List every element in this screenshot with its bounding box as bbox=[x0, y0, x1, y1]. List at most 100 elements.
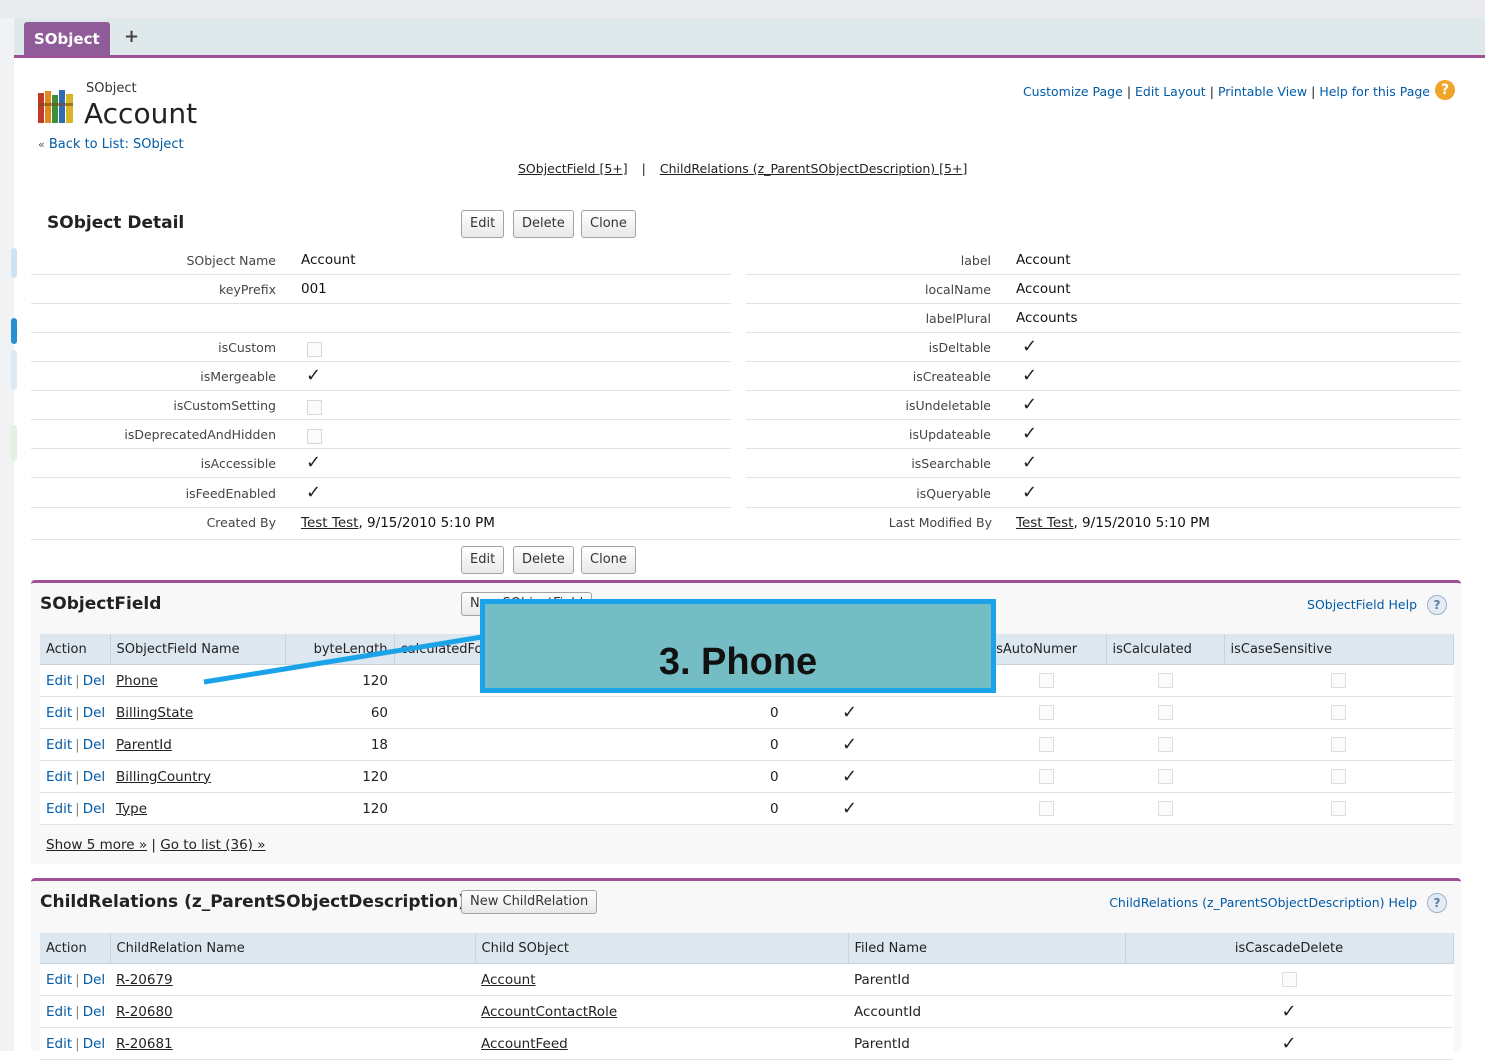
unchecked-box bbox=[307, 429, 322, 444]
field-name-link[interactable]: Type bbox=[116, 801, 147, 817]
go-to-list-link[interactable]: Go to list (36) » bbox=[160, 837, 265, 853]
field-label: isUpdateable bbox=[908, 427, 991, 442]
clone-button-bottom[interactable]: Clone bbox=[581, 546, 636, 574]
table-row: Edit | Del Type 120 0 ✓ bbox=[40, 792, 1453, 825]
childrelation-name-link[interactable]: R-20681 bbox=[116, 1036, 173, 1052]
checked-icon: ✓ bbox=[1281, 1001, 1297, 1022]
field-label: isUndeletable bbox=[905, 398, 991, 413]
delete-row-link[interactable]: Del bbox=[83, 801, 105, 817]
delete-button-bottom[interactable]: Delete bbox=[513, 546, 574, 574]
column-header[interactable]: ChildRelation Name bbox=[110, 933, 476, 964]
edit-layout-link[interactable]: Edit Layout bbox=[1135, 84, 1206, 99]
row-actions: Edit | Del bbox=[40, 760, 110, 793]
column-header[interactable]: isCalculated bbox=[1106, 634, 1225, 665]
digits-cell: 0 bbox=[764, 696, 834, 729]
childrelations-list-title: ChildRelations (z_ParentSObjectDescripti… bbox=[40, 892, 467, 912]
column-header[interactable]: SObjectField Name bbox=[110, 634, 286, 665]
edit-row-link[interactable]: Edit bbox=[46, 737, 72, 753]
byte-length-cell: 120 bbox=[285, 664, 394, 697]
edit-row-link[interactable]: Edit bbox=[46, 673, 72, 689]
delete-row-link[interactable]: Del bbox=[83, 1004, 105, 1020]
column-header[interactable]: isCaseSensitive bbox=[1224, 634, 1454, 665]
back-to-list-link[interactable]: Back to List: SObject bbox=[49, 137, 184, 152]
delete-row-link[interactable]: Del bbox=[83, 769, 105, 785]
delete-row-link[interactable]: Del bbox=[83, 705, 105, 721]
delete-row-link[interactable]: Del bbox=[83, 972, 105, 988]
column-header[interactable]: Action bbox=[40, 634, 111, 665]
checked-icon: ✓ bbox=[1022, 336, 1038, 357]
table-header-row: Action ChildRelation Name Child SObject Fil… bbox=[40, 933, 1454, 964]
field-label: labelPlural bbox=[925, 311, 991, 326]
sidebar-marker bbox=[11, 248, 17, 278]
childrelation-name-link[interactable]: R-20680 bbox=[116, 1004, 173, 1020]
row-actions: Edit | Del bbox=[40, 995, 110, 1028]
field-value: 001 bbox=[301, 281, 327, 297]
help-icon[interactable]: ? bbox=[1435, 80, 1455, 100]
edit-row-link[interactable]: Edit bbox=[46, 1036, 72, 1052]
edit-row-link[interactable]: Edit bbox=[46, 705, 72, 721]
clone-button[interactable]: Clone bbox=[581, 210, 636, 238]
list-more-links: Show 5 more » | Go to list (36) » bbox=[46, 837, 266, 853]
column-header[interactable]: Filed Name bbox=[848, 933, 1126, 964]
customize-page-link[interactable]: Customize Page bbox=[1023, 84, 1123, 99]
delete-row-link[interactable]: Del bbox=[83, 673, 105, 689]
child-sobject-link[interactable]: AccountContactRole bbox=[481, 1004, 617, 1020]
tab-sobject[interactable]: SObject bbox=[24, 22, 110, 56]
sidebar-marker bbox=[11, 425, 17, 461]
edit-button-bottom[interactable]: Edit bbox=[461, 546, 505, 574]
delete-row-link[interactable]: Del bbox=[83, 737, 105, 753]
checked-icon: ✓ bbox=[842, 766, 858, 787]
printable-view-link[interactable]: Printable View bbox=[1218, 84, 1307, 99]
column-header[interactable]: byteLength bbox=[285, 634, 395, 665]
show-more-link[interactable]: Show 5 more » bbox=[46, 837, 147, 853]
table-row: Edit | Del R-20681 AccountFeed ParentId ✓ bbox=[40, 1027, 1453, 1060]
column-header[interactable]: isCascadeDelete bbox=[1125, 933, 1454, 964]
childrelation-name-link[interactable]: R-20679 bbox=[116, 972, 173, 988]
edit-row-link[interactable]: Edit bbox=[46, 972, 72, 988]
sobjectfield-related-link[interactable]: SObjectField [5+] bbox=[518, 161, 628, 176]
unchecked-box bbox=[1331, 737, 1346, 752]
sidebar-marker bbox=[11, 350, 17, 390]
column-header[interactable]: isAutoNumer bbox=[986, 634, 1107, 665]
field-name-link[interactable]: Phone bbox=[116, 673, 158, 689]
help-for-page-link[interactable]: Help for this Page bbox=[1319, 84, 1430, 99]
field-label: isCreateable bbox=[912, 369, 991, 384]
new-childrelation-button[interactable]: New ChildRelation bbox=[461, 890, 598, 914]
field-label: SObject Name bbox=[186, 253, 277, 268]
detail-row-left bbox=[31, 304, 731, 333]
field-label: isQueryable bbox=[916, 486, 991, 501]
field-label: isCustomSetting bbox=[173, 398, 276, 413]
childrelations-table: Action ChildRelation Name Child SObject Fil… bbox=[40, 933, 1454, 1060]
column-header[interactable]: Action bbox=[40, 933, 111, 964]
edit-row-link[interactable]: Edit bbox=[46, 769, 72, 785]
unchecked-box bbox=[1038, 705, 1054, 720]
childrelations-help-link[interactable]: ChildRelations (z_ParentSObjectDescripti… bbox=[1109, 895, 1417, 910]
child-sobject-link[interactable]: Account bbox=[481, 972, 536, 988]
checked-icon: ✓ bbox=[1022, 394, 1038, 415]
digits-cell: 0 bbox=[764, 760, 834, 793]
delete-button[interactable]: Delete bbox=[513, 210, 574, 238]
help-question-icon[interactable]: ? bbox=[1427, 595, 1447, 615]
edit-button[interactable]: Edit bbox=[461, 210, 505, 238]
edit-row-link[interactable]: Edit bbox=[46, 801, 72, 817]
child-sobject-link[interactable]: AccountFeed bbox=[481, 1036, 568, 1052]
byte-length-cell: 18 bbox=[285, 728, 394, 761]
childrelations-related-link[interactable]: ChildRelations (z_ParentSObjectDescripti… bbox=[660, 161, 967, 176]
row-actions: Edit | Del bbox=[40, 963, 110, 996]
help-question-icon[interactable]: ? bbox=[1427, 893, 1447, 913]
field-name-link[interactable]: BillingCountry bbox=[116, 769, 211, 785]
sobjectfield-help-link[interactable]: SObjectField Help bbox=[1307, 597, 1417, 612]
filed-name-cell: ParentId bbox=[848, 963, 1125, 996]
unchecked-box bbox=[307, 400, 322, 415]
edit-row-link[interactable]: Edit bbox=[46, 1004, 72, 1020]
row-actions: Edit | Del bbox=[40, 728, 110, 761]
field-name-link[interactable]: BillingState bbox=[116, 705, 193, 721]
field-name-link[interactable]: ParentId bbox=[116, 737, 172, 753]
delete-row-link[interactable]: Del bbox=[83, 1036, 105, 1052]
add-tab-icon[interactable]: + bbox=[124, 26, 139, 47]
checked-icon: ✓ bbox=[1022, 423, 1038, 444]
unchecked-box bbox=[1157, 737, 1173, 752]
column-header[interactable]: Child SObject bbox=[475, 933, 849, 964]
unchecked-box bbox=[1157, 769, 1173, 784]
browser-frame-top bbox=[0, 0, 1485, 18]
